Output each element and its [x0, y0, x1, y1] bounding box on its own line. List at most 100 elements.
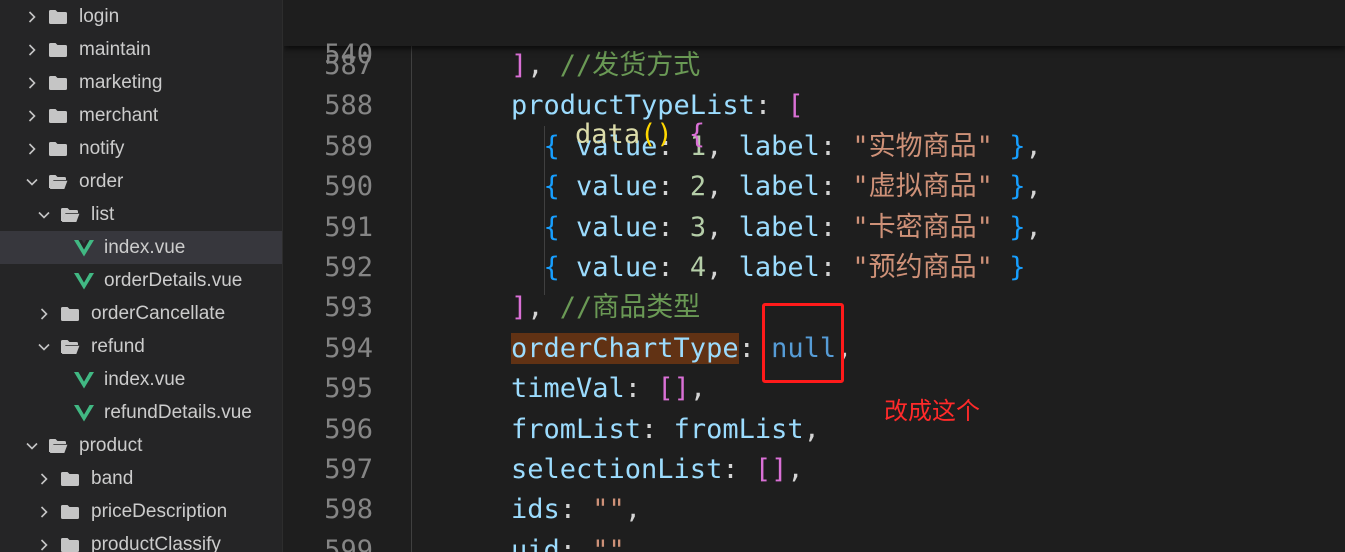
folder-label: product	[79, 434, 143, 456]
code-line[interactable]: 598 ids: "",	[284, 490, 1345, 530]
line-number: 591	[324, 211, 373, 243]
code-token: }	[1009, 130, 1026, 162]
folder-item[interactable]: merchant	[0, 99, 282, 132]
folder-item[interactable]: band	[0, 462, 282, 495]
folder-label: merchant	[79, 104, 159, 126]
folder-item[interactable]: order	[0, 165, 282, 198]
file-label: index.vue	[104, 368, 186, 390]
chevron-right-icon[interactable]	[37, 307, 51, 321]
folder-item[interactable]: priceDescription	[0, 495, 282, 528]
sticky-scroll-header[interactable]: 540 data() {	[284, 0, 1345, 150]
code-token: label	[738, 211, 820, 243]
line-number: 597	[324, 454, 373, 485]
vue-file-icon	[73, 239, 95, 257]
code-line[interactable]: 590 { value: 2, label: "虚拟商品" },	[284, 167, 1345, 207]
folder-open-icon	[60, 207, 80, 223]
file-item[interactable]: index.vue	[0, 363, 282, 396]
file-item[interactable]: orderDetails.vue	[0, 264, 282, 297]
code-token: :	[819, 130, 853, 162]
sticky-line[interactable]: 540 data() {	[284, 0, 1345, 150]
file-label: index.vue	[104, 236, 186, 258]
annotation-text: 改成这个	[884, 398, 980, 425]
chevron-right-icon[interactable]	[25, 76, 39, 90]
code-token: 3	[689, 211, 707, 243]
folder-icon	[48, 9, 68, 25]
chevron-right-icon[interactable]	[37, 538, 51, 552]
chevron-down-icon[interactable]	[25, 439, 39, 453]
code-line[interactable]: 597 selectionList: [],	[284, 450, 1345, 490]
code-token: ,	[1025, 171, 1042, 203]
folder-label: login	[79, 5, 120, 27]
line-code: { value: 3, label: "卡密商品" },	[511, 208, 1042, 248]
vue-file-icon	[73, 371, 95, 389]
folder-label: notify	[79, 137, 125, 159]
code-token: timeVal	[511, 373, 625, 405]
code-token: ,	[787, 454, 804, 485]
code-token: label	[738, 130, 820, 162]
code-token: "卡密商品"	[852, 211, 993, 243]
chevron-right-icon[interactable]	[37, 472, 51, 486]
folder-label: orderCancellate	[91, 302, 226, 324]
file-explorer: login maintain marketing merchant notify orde…	[0, 0, 283, 552]
chevron-right-icon[interactable]	[25, 43, 39, 57]
folder-item[interactable]: marketing	[0, 66, 282, 99]
code-token: label	[738, 252, 820, 283]
code-token: :	[559, 494, 593, 526]
line-code: { value: 4, label: "预约商品" }	[511, 248, 1026, 288]
code-token: []	[657, 373, 690, 405]
folder-item[interactable]: maintain	[0, 33, 282, 66]
code-token: }	[1009, 171, 1026, 203]
code-token: }	[1009, 211, 1026, 243]
folder-item[interactable]: login	[0, 0, 282, 33]
chevron-down-icon[interactable]	[25, 175, 39, 189]
chevron-down-icon[interactable]	[37, 208, 51, 222]
code-token: {	[543, 252, 560, 283]
code-token: ""	[592, 494, 625, 526]
folder-label: marketing	[79, 71, 163, 93]
line-code: uid: ""	[511, 531, 625, 552]
code-token: value	[576, 252, 658, 283]
code-token: {	[543, 211, 560, 243]
line-number: 594	[324, 332, 373, 364]
line-number: 595	[324, 373, 373, 405]
code-editor[interactable]: ,:,| [ 540 data() { 587], //发货方式588produ…	[284, 0, 1345, 552]
vue-file-icon	[73, 404, 95, 422]
code-token: fromList	[673, 413, 804, 445]
chevron-right-icon[interactable]	[37, 505, 51, 519]
line-code: timeVal: [],	[511, 369, 706, 409]
code-line[interactable]: 596 fromList: fromList,	[284, 410, 1345, 450]
folder-icon	[60, 504, 80, 520]
folder-item[interactable]: list	[0, 198, 282, 231]
chevron-right-icon[interactable]	[25, 142, 39, 156]
code-line[interactable]: 588 productTypeList: [	[284, 86, 1345, 126]
code-token: }	[1009, 252, 1026, 283]
folder-item[interactable]: product	[0, 429, 282, 462]
code-token: fromList	[511, 413, 642, 445]
file-item[interactable]: index.vue	[0, 231, 282, 264]
chevron-right-icon[interactable]	[25, 109, 39, 123]
code-token: []	[754, 454, 788, 485]
code-line[interactable]: 591 { value: 3, label: "卡密商品" },	[284, 208, 1345, 248]
line-code: ids: "",	[511, 490, 641, 530]
file-label: orderDetails.vue	[104, 269, 243, 291]
file-item[interactable]: refundDetails.vue	[0, 396, 282, 429]
code-line[interactable]: 599 uid: ""	[284, 531, 1345, 552]
code-token: "虚拟商品"	[852, 171, 993, 203]
code-token: :	[657, 211, 690, 243]
code-line[interactable]: 589 { value: 1, label: "实物商品" },	[284, 127, 1345, 167]
folder-icon	[60, 306, 80, 322]
folder-item[interactable]: notify	[0, 132, 282, 165]
code-line[interactable]: 592 { value: 4, label: "预约商品" }	[284, 248, 1345, 288]
chevron-down-icon[interactable]	[37, 340, 51, 354]
file-label: refundDetails.vue	[104, 401, 252, 423]
code-token: :	[722, 454, 755, 485]
folder-item[interactable]: orderCancellate	[0, 297, 282, 330]
folder-item[interactable]: productClassify	[0, 528, 282, 552]
code-token: label	[738, 171, 820, 203]
code-token: :	[641, 413, 674, 445]
chevron-right-icon[interactable]	[25, 10, 39, 24]
folder-item[interactable]: refund	[0, 330, 282, 363]
